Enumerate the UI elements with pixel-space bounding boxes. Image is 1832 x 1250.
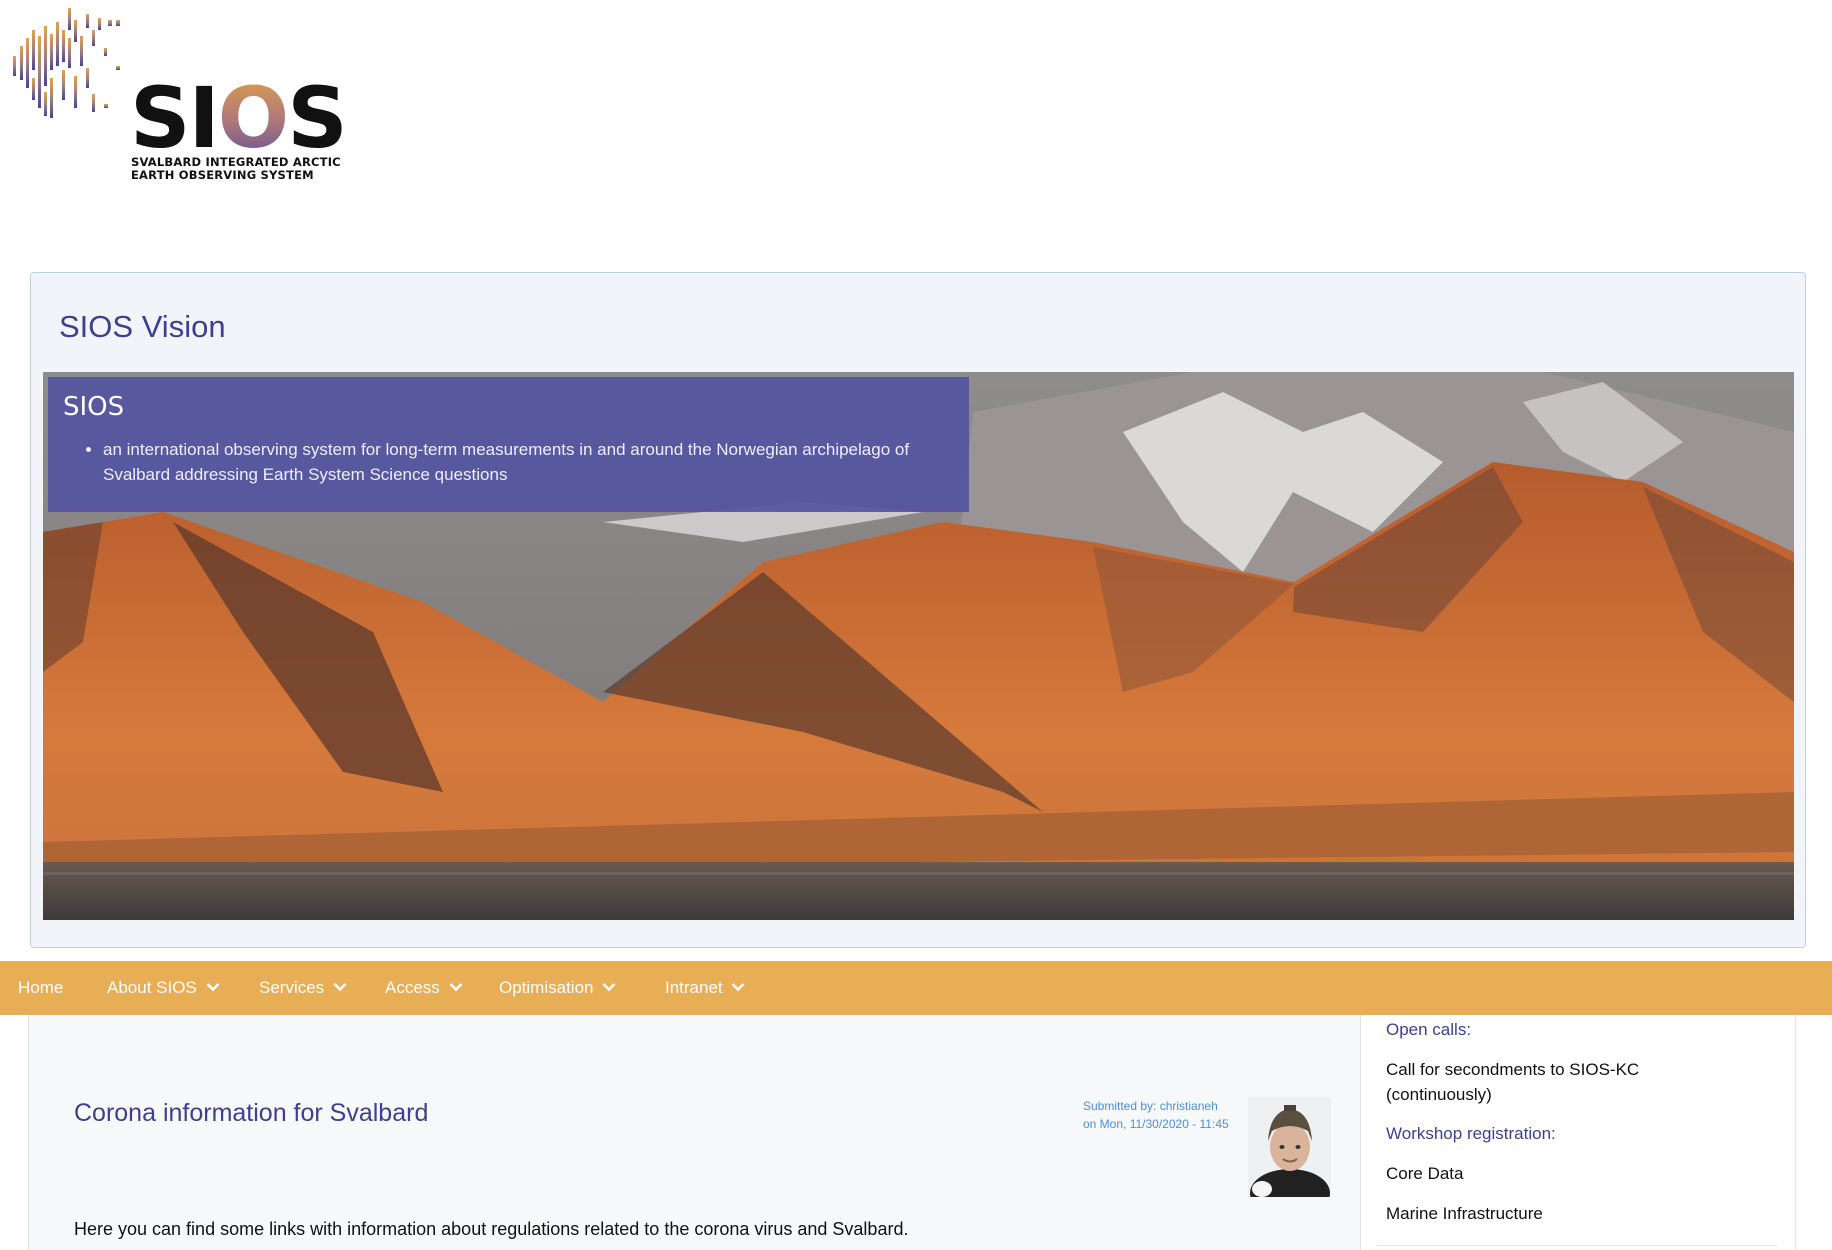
- nav-item-services[interactable]: Services: [259, 961, 347, 1015]
- logo-wordmark: SIOS: [130, 69, 348, 167]
- vision-panel: SIOS Vision SIOS • an international obse…: [30, 272, 1806, 948]
- nav-item-label: About SIOS: [107, 978, 197, 997]
- nav-item-home[interactable]: Home: [18, 961, 63, 1015]
- sidebar-divider: [1377, 1245, 1777, 1246]
- vision-title: SIOS Vision: [59, 309, 226, 344]
- nav-item-about-sios[interactable]: About SIOS: [107, 961, 220, 1015]
- chevron-down-icon: [602, 983, 616, 992]
- open-calls-heading: Open calls:: [1386, 1020, 1472, 1039]
- workshop-registration-heading: Workshop registration:: [1386, 1124, 1556, 1143]
- hero-caption: SIOS an international observing system f…: [48, 377, 969, 512]
- nav-item-label: Home: [18, 978, 64, 997]
- logo-subtitle: SVALBARD INTEGRATED ARCTIC EARTH OBSERVI…: [131, 156, 341, 182]
- article-meta: Submitted by: christianeh on Mon, 11/30/…: [1083, 1097, 1243, 1133]
- nav-item-label: Intranet: [665, 978, 723, 997]
- workshop-link-marine-infrastructure[interactable]: Marine Infrastructure: [1386, 1201, 1786, 1226]
- hero-banner: SIOS an international observing system f…: [43, 372, 1794, 920]
- chevron-down-icon: [206, 983, 219, 992]
- sios-logo[interactable]: SIOS SVALBARD INTEGRATED ARCTIC EARTH OB…: [12, 8, 348, 183]
- author-photo: [1248, 1097, 1331, 1197]
- chevron-down-icon: [333, 983, 347, 992]
- chevron-down-icon: [449, 983, 462, 992]
- hero-caption-heading: SIOS: [63, 392, 125, 422]
- nav-item-intranet[interactable]: Intranet: [665, 961, 745, 1015]
- nav-item-label: Services: [259, 978, 325, 997]
- nav-item-label: Access: [385, 978, 440, 997]
- open-call-link[interactable]: Call for secondments to SIOS-KC (continu…: [1386, 1057, 1686, 1107]
- article-title-link[interactable]: Corona information for Svalbard: [74, 1099, 428, 1128]
- main-navbar: Home About SIOS Services Access Optimisa…: [0, 961, 1832, 1015]
- chevron-down-icon: [731, 983, 745, 992]
- nav-item-optimisation[interactable]: Optimisation: [499, 961, 616, 1015]
- submitted-by-link[interactable]: Submitted by: christianeh: [1083, 1097, 1243, 1115]
- article-body-text: Here you can find some links with inform…: [74, 1219, 909, 1239]
- nav-item-label: Optimisation: [499, 978, 594, 997]
- hero-caption-list: an international observing system for lo…: [63, 437, 953, 487]
- workshop-link-core-data[interactable]: Core Data: [1386, 1161, 1786, 1186]
- nav-item-access[interactable]: Access: [385, 961, 463, 1015]
- hero-caption-bullet: an international observing system for lo…: [103, 437, 953, 487]
- submitted-date: on Mon, 11/30/2020 - 11:45: [1083, 1117, 1229, 1131]
- author-avatar[interactable]: [1248, 1097, 1331, 1197]
- logo-subtitle-line2: EARTH OBSERVING SYSTEM: [131, 168, 314, 182]
